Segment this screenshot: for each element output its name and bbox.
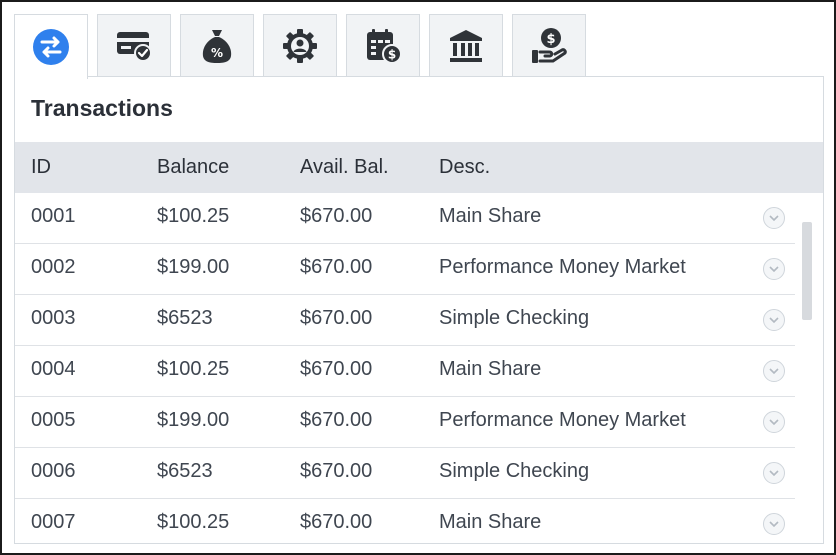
cell-available-balance: $670.00 — [300, 256, 373, 278]
cell-balance: $100.25 — [157, 511, 230, 533]
gear-user-icon — [281, 27, 319, 65]
cell-available-balance: $670.00 — [300, 460, 373, 482]
calendar-dollar-icon: $ — [364, 27, 402, 65]
cell-available-balance: $670.00 — [300, 205, 373, 227]
cell-description: Simple Checking — [439, 307, 590, 329]
cell-id: 0001 — [31, 205, 76, 227]
table-row[interactable]: 0004 $100.25 $670.00 Main Share — [15, 346, 795, 397]
cell-description: Simple Checking — [439, 460, 590, 482]
cell-id: 0002 — [31, 256, 76, 278]
cell-description: Main Share — [439, 205, 542, 227]
bank-building-icon — [447, 28, 485, 64]
table-header: ID Balance Avail. Bal. Desc. — [15, 142, 823, 193]
chevron-down-icon[interactable] — [763, 360, 785, 382]
credit-card-check-icon — [115, 29, 153, 63]
cell-description: Main Share — [439, 358, 542, 380]
svg-text:$: $ — [546, 32, 555, 47]
chevron-down-icon[interactable] — [763, 207, 785, 229]
cell-balance: $199.00 — [157, 256, 230, 278]
cell-balance: $100.25 — [157, 358, 230, 380]
cell-description: Performance Money Market — [439, 409, 686, 431]
cell-balance: $6523 — [157, 307, 213, 329]
column-header-id[interactable]: ID — [31, 156, 51, 179]
cell-available-balance: $670.00 — [300, 307, 373, 329]
chevron-down-icon[interactable] — [763, 462, 785, 484]
chevron-down-icon[interactable] — [763, 513, 785, 535]
svg-text:$: $ — [388, 48, 396, 62]
money-bag-percent-icon: % — [200, 27, 234, 65]
cell-id: 0005 — [31, 409, 76, 431]
transactions-widget: % $ $ Transactions ID Balance Avail. Bal… — [0, 0, 836, 555]
tab-loan-rate[interactable]: % — [180, 14, 254, 77]
hand-dollar-coin-icon: $ — [529, 26, 569, 66]
cell-balance: $199.00 — [157, 409, 230, 431]
transactions-panel: Transactions ID Balance Avail. Bal. Desc… — [14, 76, 824, 544]
cell-available-balance: $670.00 — [300, 358, 373, 380]
vertical-scrollbar[interactable] — [802, 222, 812, 320]
cell-description: Performance Money Market — [439, 256, 686, 278]
cell-id: 0006 — [31, 460, 76, 482]
chevron-down-icon[interactable] — [763, 309, 785, 331]
cell-balance: $100.25 — [157, 205, 230, 227]
tab-bank[interactable] — [429, 14, 503, 77]
cell-id: 0007 — [31, 511, 76, 533]
tab-bill-calendar[interactable]: $ — [346, 14, 420, 77]
cell-balance: $6523 — [157, 460, 213, 482]
cell-available-balance: $670.00 — [300, 511, 373, 533]
table-row[interactable]: 0003 $6523 $670.00 Simple Checking — [15, 295, 795, 346]
table-row[interactable]: 0001 $100.25 $670.00 Main Share — [15, 193, 795, 244]
svg-text:%: % — [211, 46, 223, 60]
tab-card-approved[interactable] — [97, 14, 171, 77]
tab-account-settings[interactable] — [263, 14, 337, 77]
table-row[interactable]: 0005 $199.00 $670.00 Performance Money M… — [15, 397, 795, 448]
cell-id: 0003 — [31, 307, 76, 329]
table-row[interactable]: 0002 $199.00 $670.00 Performance Money M… — [15, 244, 795, 295]
table-row[interactable]: 0007 $100.25 $670.00 Main Share — [15, 499, 795, 543]
panel-title: Transactions — [31, 95, 173, 121]
column-header-available-balance[interactable]: Avail. Bal. — [300, 156, 389, 179]
column-header-balance[interactable]: Balance — [157, 156, 229, 179]
cell-description: Main Share — [439, 511, 542, 533]
cell-id: 0004 — [31, 358, 76, 380]
chevron-down-icon[interactable] — [763, 258, 785, 280]
chevron-down-icon[interactable] — [763, 411, 785, 433]
tab-transfer[interactable] — [14, 14, 88, 79]
table-row[interactable]: 0006 $6523 $670.00 Simple Checking — [15, 448, 795, 499]
transfer-arrows-icon — [32, 28, 70, 66]
tab-deposit[interactable]: $ — [512, 14, 586, 77]
tab-bar: % $ $ — [14, 14, 824, 79]
cell-available-balance: $670.00 — [300, 409, 373, 431]
column-header-description[interactable]: Desc. — [439, 156, 490, 179]
